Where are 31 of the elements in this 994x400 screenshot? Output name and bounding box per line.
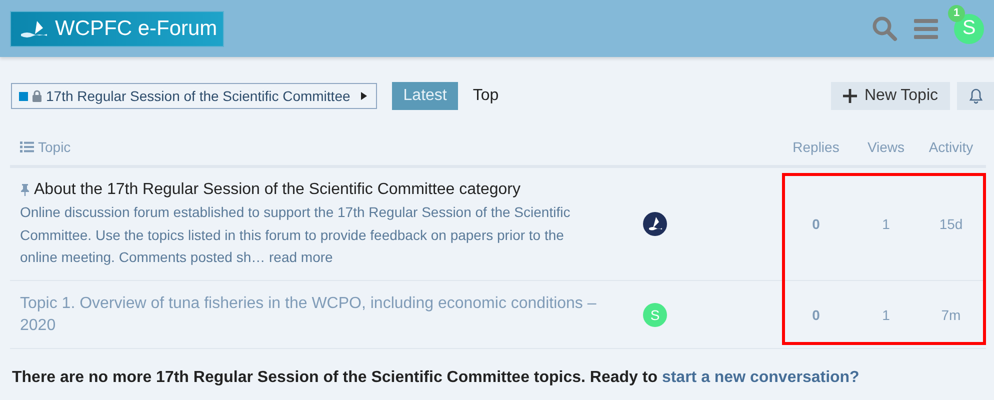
- plus-icon: [843, 89, 858, 103]
- tab[interactable]: Latest: [392, 82, 458, 110]
- read-more-link[interactable]: read more: [269, 249, 333, 266]
- new-conversation-link[interactable]: start a new conversation?: [662, 369, 860, 386]
- site-logo[interactable]: WCPFC e-Forum: [10, 10, 224, 46]
- activity-time[interactable]: 15d: [916, 216, 986, 232]
- column-header[interactable]: Activity: [928, 139, 974, 155]
- logo-text: WCPFC e-Forum: [55, 16, 218, 40]
- sail-icon: [19, 18, 49, 38]
- column-header[interactable]: Views: [867, 139, 905, 155]
- topic-title[interactable]: About the 17th Regular Session of the Scientific Committee category: [34, 179, 520, 202]
- category-dropdown[interactable]: 17th Regular Session of the Scientific Committee: [11, 83, 378, 109]
- topic-title[interactable]: Topic 1. Overview of tuna fisheries in the WCPO, including economic conditions – 2020: [20, 292, 602, 336]
- footer-message: There are no more 17th Regular Session of the Scientific Committee topics. Ready to start a new conversation?: [12, 369, 860, 386]
- poster-avatar[interactable]: [643, 212, 667, 236]
- activity-time[interactable]: 7m: [916, 306, 986, 322]
- topic-excerpt: Online discussion forum established to support the 17th Regular Session of the Scientific Committee. Use the topics listed in this forum to provide feedback on papers prior to the online meeting. Comments posted sh… read more: [20, 203, 572, 268]
- notification-bell-button[interactable]: [957, 82, 994, 110]
- view-count: 1: [881, 216, 891, 232]
- view-count: 1: [881, 306, 891, 322]
- caret-icon: [360, 91, 368, 101]
- list-icon: [20, 141, 34, 153]
- column-header[interactable]: Replies: [792, 139, 840, 155]
- tab[interactable]: Top: [462, 82, 510, 110]
- reply-count: 0: [811, 306, 821, 322]
- notification-badge: 1: [948, 4, 965, 22]
- reply-count: 0: [811, 216, 821, 232]
- poster-avatar[interactable]: S: [643, 302, 667, 326]
- bell-icon: [968, 88, 982, 104]
- new-topic-button[interactable]: New Topic: [831, 82, 950, 110]
- column-header[interactable]: Topic: [38, 139, 71, 155]
